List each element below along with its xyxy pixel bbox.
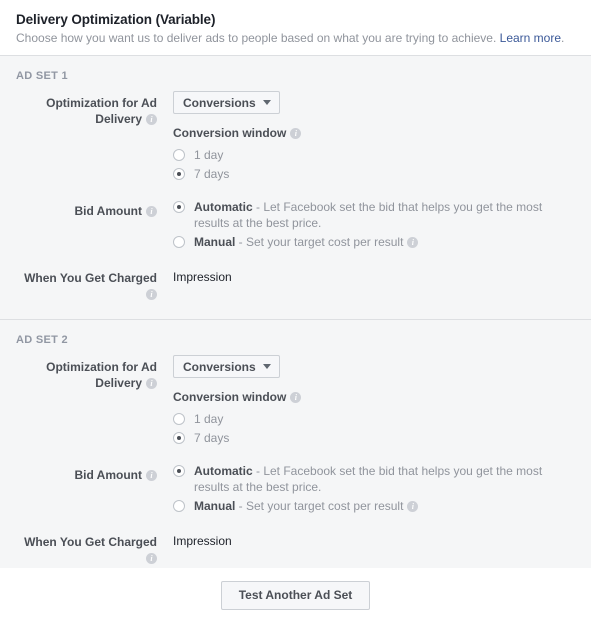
chevron-down-icon <box>262 100 271 105</box>
optimization-dropdown-2[interactable]: Conversions <box>173 355 280 378</box>
when-charged-value-1: Impression <box>173 270 232 284</box>
info-icon[interactable]: i <box>146 470 157 481</box>
radio-icon[interactable] <box>173 168 185 180</box>
adset-1-title: AD SET 1 <box>16 70 68 82</box>
bid-manual-strong-1: Manual <box>194 235 236 249</box>
bid-amount-label-text-1: Bid Amount <box>74 204 142 218</box>
info-icon[interactable]: i <box>146 378 157 389</box>
info-icon[interactable]: i <box>407 237 419 248</box>
bid-automatic-strong-2: Automatic <box>194 464 253 478</box>
adset-section-1: AD SET 1 Optimization for Ad Delivery i C… <box>0 56 591 319</box>
conversion-window-label-text-2: Conversion window <box>173 390 287 404</box>
when-charged-row-2: When You Get Charged i Impression <box>16 530 575 583</box>
bid-amount-row-1: Bid Amount i Automatic - Let Facebook set… <box>16 199 575 253</box>
radio-icon[interactable] <box>173 149 185 161</box>
optimization-dropdown-1[interactable]: Conversions <box>173 91 280 114</box>
when-charged-row-1: When You Get Charged i Impression <box>16 266 575 319</box>
bid-option-automatic-2[interactable]: Automatic - Let Facebook set the bid tha… <box>173 463 575 495</box>
window-option-1day-label-1: 1 day <box>194 148 224 162</box>
radio-icon[interactable] <box>173 500 185 512</box>
window-option-1day-2[interactable]: 1 day <box>173 411 575 427</box>
adset-2-title: AD SET 2 <box>16 334 68 346</box>
bid-manual-rest-1: - Set your target cost per result <box>235 235 404 249</box>
conversion-window-label-1: Conversion window i <box>173 126 575 141</box>
adset-section-2: AD SET 2 Optimization for Ad Delivery i C… <box>0 319 591 583</box>
adsets-container: AD SET 1 Optimization for Ad Delivery i C… <box>0 56 591 568</box>
page-description-text: Choose how you want us to deliver ads to… <box>16 31 500 45</box>
radio-icon[interactable] <box>173 465 185 477</box>
bid-manual-strong-2: Manual <box>194 499 236 513</box>
info-icon[interactable]: i <box>407 501 419 512</box>
window-option-7days-1[interactable]: 7 days <box>173 166 575 182</box>
window-option-1day-label-2: 1 day <box>194 412 224 426</box>
when-charged-field-2: Impression <box>157 530 575 549</box>
bid-option-manual-1[interactable]: Manual - Set your target cost per result… <box>173 234 575 250</box>
bid-option-automatic-label-1: Automatic - Let Facebook set the bid tha… <box>194 199 575 231</box>
optimization-label-2: Optimization for Ad Delivery i <box>16 355 157 391</box>
bid-amount-field-2: Automatic - Let Facebook set the bid tha… <box>157 463 575 517</box>
test-another-ad-set-button[interactable]: Test Another Ad Set <box>220 581 371 610</box>
bid-amount-label-2: Bid Amount i <box>16 463 157 483</box>
window-option-1day-1[interactable]: 1 day <box>173 147 575 163</box>
info-icon[interactable]: i <box>146 289 157 300</box>
optimization-row-1: Optimization for Ad Delivery i Conversion… <box>16 91 575 185</box>
radio-icon[interactable] <box>173 201 185 213</box>
optimization-label-text-1: Optimization for Ad Delivery <box>46 96 157 126</box>
bid-option-manual-label-1: Manual - Set your target cost per result… <box>194 234 575 250</box>
panel-header: Delivery Optimization (Variable) Choose … <box>0 0 591 56</box>
optimization-row-2: Optimization for Ad Delivery i Conversion… <box>16 355 575 449</box>
optimization-field-2: Conversions Conversion window i 1 day 7 d… <box>157 355 575 449</box>
window-option-7days-label-1: 7 days <box>194 167 230 181</box>
bid-automatic-strong-1: Automatic <box>194 200 253 214</box>
page-description: Choose how you want us to deliver ads to… <box>16 31 575 46</box>
info-icon[interactable]: i <box>146 553 157 564</box>
optimization-dropdown-value-2: Conversions <box>183 359 256 374</box>
optimization-label-text-2: Optimization for Ad Delivery <box>46 360 157 390</box>
bid-option-automatic-label-2: Automatic - Let Facebook set the bid tha… <box>194 463 575 495</box>
bid-amount-field-1: Automatic - Let Facebook set the bid tha… <box>157 199 575 253</box>
learn-more-link[interactable]: Learn more <box>500 31 561 45</box>
when-charged-field-1: Impression <box>157 266 575 285</box>
window-option-7days-label-2: 7 days <box>194 431 230 445</box>
radio-icon[interactable] <box>173 236 185 248</box>
when-charged-value-2: Impression <box>173 534 232 548</box>
conversion-window-label-2: Conversion window i <box>173 390 575 405</box>
radio-icon[interactable] <box>173 413 185 425</box>
conversion-window-group-2: Conversion window i 1 day 7 days <box>173 390 575 446</box>
bid-manual-rest-2: - Set your target cost per result <box>235 499 404 513</box>
conversion-window-group-1: Conversion window i 1 day 7 days <box>173 126 575 182</box>
page-description-period: . <box>561 31 565 45</box>
bid-option-manual-2[interactable]: Manual - Set your target cost per result… <box>173 498 575 514</box>
when-charged-label-1: When You Get Charged i <box>16 266 157 302</box>
info-icon[interactable]: i <box>290 392 302 403</box>
optimization-field-1: Conversions Conversion window i 1 day 7 d… <box>157 91 575 185</box>
when-charged-label-2: When You Get Charged i <box>16 530 157 566</box>
optimization-label-1: Optimization for Ad Delivery i <box>16 91 157 127</box>
optimization-dropdown-value-1: Conversions <box>183 95 256 110</box>
bid-option-automatic-1[interactable]: Automatic - Let Facebook set the bid tha… <box>173 199 575 231</box>
bid-amount-label-1: Bid Amount i <box>16 199 157 219</box>
when-charged-label-text-1: When You Get Charged <box>24 271 157 285</box>
radio-icon[interactable] <box>173 432 185 444</box>
bid-option-manual-label-2: Manual - Set your target cost per result… <box>194 498 575 514</box>
delivery-optimization-panel: Delivery Optimization (Variable) Choose … <box>0 0 591 623</box>
conversion-window-label-text-1: Conversion window <box>173 126 287 140</box>
bid-amount-row-2: Bid Amount i Automatic - Let Facebook set… <box>16 463 575 517</box>
when-charged-label-text-2: When You Get Charged <box>24 535 157 549</box>
info-icon[interactable]: i <box>146 206 157 217</box>
bid-amount-label-text-2: Bid Amount <box>74 468 142 482</box>
info-icon[interactable]: i <box>146 114 157 125</box>
chevron-down-icon <box>262 364 271 369</box>
info-icon[interactable]: i <box>290 128 302 139</box>
page-title: Delivery Optimization (Variable) <box>16 12 216 27</box>
window-option-7days-2[interactable]: 7 days <box>173 430 575 446</box>
